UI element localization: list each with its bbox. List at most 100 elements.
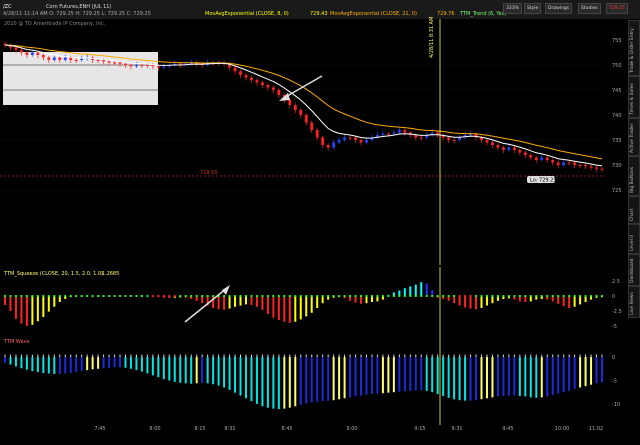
squeeze-bar — [42, 296, 45, 317]
squeeze-dot — [436, 294, 439, 298]
wave-bar — [398, 357, 401, 392]
candle-body — [135, 65, 138, 67]
wave-bar — [299, 357, 302, 405]
squeeze-dot — [485, 294, 489, 298]
wave-top-tick — [475, 354, 477, 358]
wave-top-tick — [124, 354, 126, 358]
squeeze-dot — [458, 294, 461, 298]
time-tick-label: 8:00 — [149, 426, 160, 432]
wave-top-tick — [459, 354, 461, 358]
candle-body — [107, 61, 111, 63]
wave-bar — [135, 357, 138, 371]
squeeze-bar — [573, 296, 576, 307]
squeeze-dot — [480, 294, 483, 298]
sidebar-tab[interactable]: Live News — [628, 286, 640, 318]
squeeze-dot — [97, 294, 100, 298]
wave-top-tick — [322, 354, 324, 358]
candle-body — [244, 75, 248, 78]
candle-body — [573, 162, 577, 165]
wave-top-tick — [218, 354, 220, 358]
wave-bar — [403, 357, 406, 392]
wave-top-tick — [448, 354, 450, 358]
squeeze-dot — [348, 294, 352, 298]
sidebar-tab-label: Big Buttons — [630, 166, 635, 193]
wave-bar — [502, 357, 505, 396]
squeeze-dot — [244, 294, 248, 298]
wave-top-tick — [174, 354, 176, 358]
sidebar-tab[interactable]: Level II — [628, 224, 640, 254]
wave-bar — [475, 357, 478, 401]
squeeze-bar — [4, 296, 6, 305]
wave-bar — [283, 357, 286, 409]
wave-top-tick — [240, 354, 242, 358]
squeeze-dot — [173, 294, 176, 298]
squeeze-dot — [398, 294, 401, 298]
wave-top-tick — [152, 354, 154, 358]
sidebar-tab[interactable]: Chart — [628, 196, 640, 224]
wave-bar — [157, 357, 160, 378]
wave-bar — [244, 357, 247, 399]
squeeze-dot — [496, 294, 500, 298]
wave-bar — [354, 357, 357, 397]
wave-bar — [234, 357, 237, 393]
squeeze-dot — [359, 294, 363, 298]
wave-bar — [129, 357, 132, 369]
squeeze-dot — [201, 294, 204, 298]
level-price-label: 729.50 — [200, 170, 218, 176]
wave-bar — [228, 357, 231, 390]
squeeze-dot — [195, 294, 198, 298]
wave-bar — [370, 357, 373, 395]
wave-bar — [464, 357, 467, 401]
sidebar-tab[interactable]: Big Buttons — [628, 156, 640, 196]
candle-body — [315, 130, 319, 138]
candle-body — [556, 162, 560, 165]
wave-top-tick — [146, 354, 148, 358]
wave-bar — [250, 357, 253, 402]
wave-top-tick — [289, 354, 291, 358]
sidebar-tab[interactable]: Active Trader — [628, 118, 640, 156]
price-tick-label: 725 — [612, 188, 622, 194]
wave-top-tick — [382, 354, 384, 358]
wave-tick-label: 0 — [612, 355, 615, 361]
squeeze-bar — [277, 296, 280, 320]
squeeze-bar — [272, 296, 275, 318]
squeeze-dot — [376, 294, 379, 298]
wave-bar — [47, 357, 50, 374]
sidebar-tab[interactable]: Dashboard — [628, 254, 640, 286]
wave-bar — [513, 357, 516, 396]
wave-top-tick — [59, 354, 61, 358]
wave-top-tick — [300, 354, 302, 358]
squeeze-dot — [365, 294, 368, 298]
candle-body — [348, 137, 352, 139]
squeeze-dot — [332, 294, 335, 298]
squeeze-dot — [343, 294, 346, 298]
sidebar-tab[interactable]: Trade & Order Entry — [628, 20, 640, 76]
wave-bar — [529, 357, 532, 398]
squeeze-dot — [447, 294, 450, 298]
candle-body — [162, 66, 166, 68]
sidebar-tab-label: Level II — [630, 235, 635, 251]
squeeze-dot — [9, 294, 12, 298]
wave-top-tick — [557, 354, 559, 358]
wave-top-tick — [355, 354, 357, 358]
wave-bar — [507, 357, 510, 396]
squeeze-bar — [217, 296, 220, 310]
wave-top-tick — [223, 354, 225, 358]
sidebar-tab[interactable]: Times & Sales — [628, 76, 640, 118]
wave-bar — [332, 357, 335, 401]
wave-bar — [551, 357, 554, 396]
squeeze-bar — [239, 296, 242, 306]
candle-body — [96, 60, 100, 61]
candle-body — [288, 100, 292, 105]
wave-bar — [119, 357, 122, 368]
squeeze-dot — [80, 294, 83, 298]
candle-body — [261, 82, 264, 85]
wave-top-tick — [579, 354, 581, 358]
wave-bar — [485, 357, 488, 399]
squeeze-dot — [578, 294, 582, 298]
wave-top-tick — [563, 354, 565, 358]
squeeze-dot — [370, 294, 374, 298]
wave-top-tick — [9, 354, 11, 358]
wave-bar — [14, 357, 17, 367]
squeeze-bar — [562, 296, 565, 307]
